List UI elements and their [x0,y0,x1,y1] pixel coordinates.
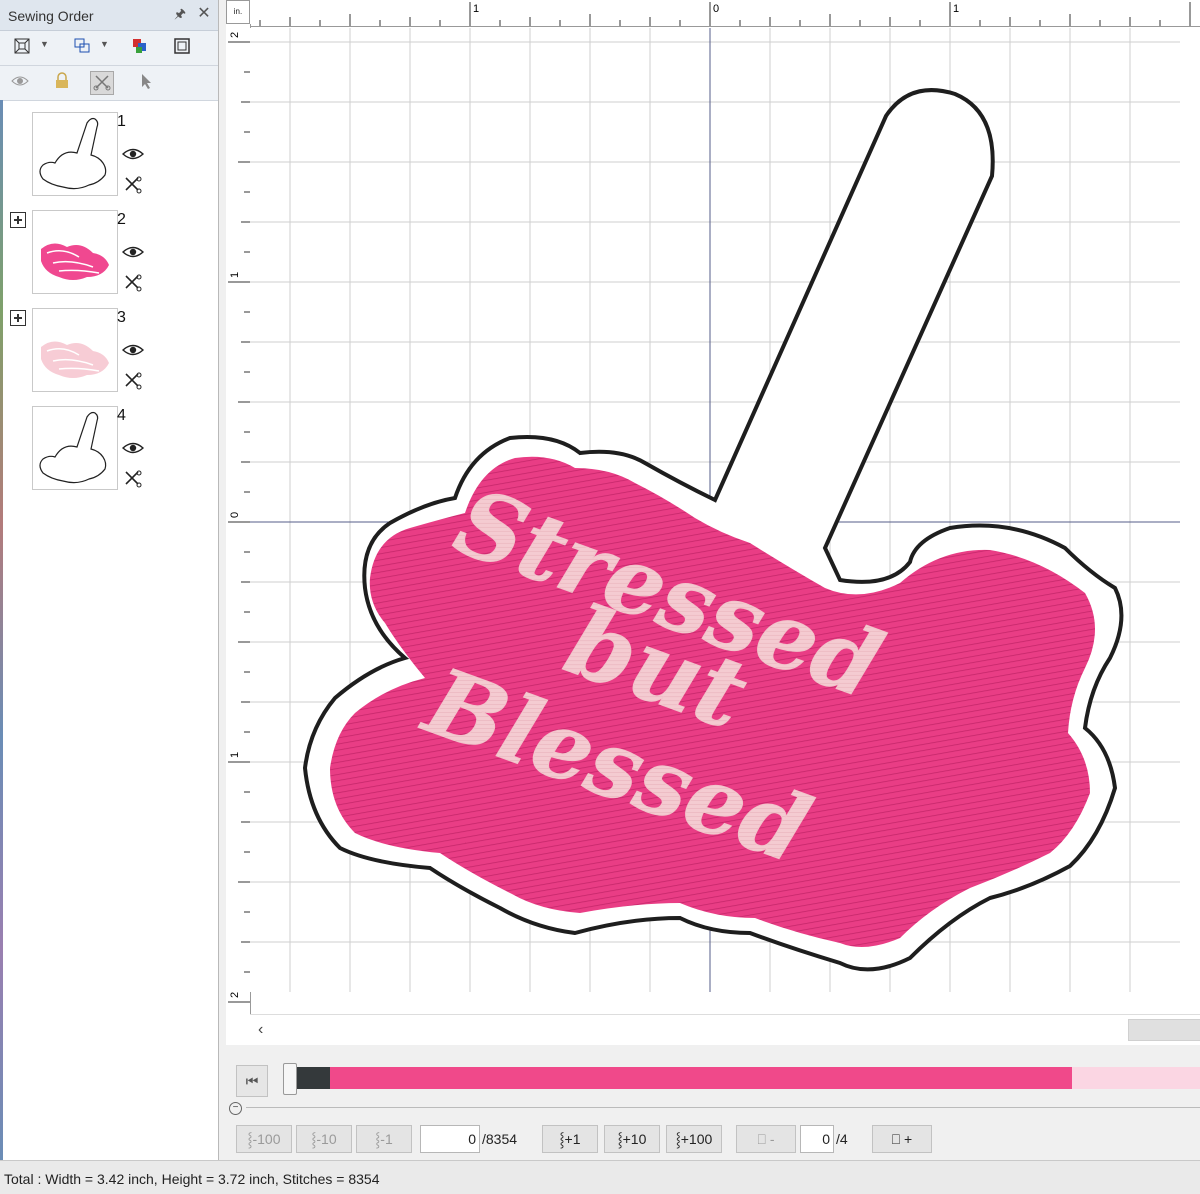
sewing-order-item[interactable]: 1 [0,112,218,210]
ruler-label: 2 [229,992,241,998]
color-sort-icon[interactable] [128,36,152,60]
back-100-label: -100 [252,1131,281,1147]
scissors-icon[interactable] [90,71,114,95]
forward-10-label: +10 [622,1131,647,1147]
sewing-order-thumbnail[interactable] [32,112,118,196]
forward-1-button[interactable]: ⸾+1 [542,1125,598,1153]
ruler-label: 0 [713,3,719,15]
fit-to-window-icon[interactable] [10,36,34,60]
ruler-label: 1 [473,3,479,15]
ruler-label: 1 [229,272,241,278]
current-stitch-input[interactable]: 0 [420,1125,480,1153]
expand-icon[interactable] [10,212,26,228]
close-icon[interactable]: ✕ [196,6,212,22]
total-stitch-label: /8354 [482,1131,518,1147]
sewing-order-toolbar: ▼ ▼ [0,31,218,66]
sewing-order-panel: Sewing Order 🖈 ✕ ▼ ▼ 1 2 3 4 [0,0,219,1160]
jump-stitch-cut-icon[interactable] [123,176,143,194]
forward-1-label: +1 [564,1131,581,1147]
slider-divider [246,1107,1200,1108]
collapse-icon[interactable]: − [229,1102,242,1115]
sewing-order-item[interactable]: 2 [0,210,218,308]
horizontal-ruler: 1 0 1 [250,0,1200,27]
forward-100-button[interactable]: ⸾+100 [666,1125,722,1153]
sewing-order-number: 3 [117,309,126,326]
jump-stitch-cut-icon[interactable] [123,274,143,292]
prev-color-button[interactable]: ⎕ - [736,1125,796,1153]
status-text: Total : Width = 3.42 inch, Height = 3.72… [4,1171,380,1187]
frame-icon[interactable] [170,36,194,60]
chevron-down-icon[interactable]: ▼ [100,39,109,49]
panel-title: Sewing Order [8,8,94,24]
back-10-button[interactable]: ⸾-10 [296,1125,352,1153]
progress-color2 [316,1067,1072,1089]
back-1-button[interactable]: ⸾-1 [356,1125,412,1153]
sewing-order-thumbnail[interactable] [32,308,118,392]
back-10-label: -10 [316,1131,337,1147]
jump-stitch-cut-icon[interactable] [123,372,143,390]
lock-icon[interactable] [50,71,74,95]
sewing-order-number: 1 [117,113,126,130]
group-objects-icon[interactable] [70,36,94,60]
select-arrow-icon[interactable] [134,71,158,95]
status-bar: Total : Width = 3.42 inch, Height = 3.72… [0,1160,1200,1194]
scroll-left-icon[interactable]: ‹ [258,1021,263,1039]
design-area[interactable]: Stressed but Blessed [250,28,1180,992]
chevron-down-icon[interactable]: ▼ [40,39,49,49]
scrollbar-thumb[interactable] [1128,1019,1200,1041]
design-canvas-area: in. 1 0 1 2 1 0 1 2 Stressed but Blessed ‹ [226,0,1200,1046]
sewing-order-number: 4 [117,407,126,424]
current-color-input[interactable]: 0 [800,1125,834,1153]
go-to-start-button[interactable]: ⏮ [236,1065,268,1097]
expand-icon[interactable] [10,310,26,326]
stitch-slider-handle[interactable] [283,1063,297,1095]
frame-icon: ⎕ [757,1131,766,1147]
sewing-order-thumbnail[interactable] [32,210,118,294]
next-color-label: + [904,1131,913,1147]
sewing-order-item[interactable]: 4 [0,406,218,504]
sewing-order-item[interactable]: 3 [0,308,218,406]
eye-icon[interactable] [121,440,145,456]
panel-header: Sewing Order 🖈 ✕ [0,0,218,31]
stitch-playback-panel: ⏮ − ⸾-100 ⸾-10 ⸾-1 0 /8354 ⸾+1 ⸾+10 ⸾+10… [226,1045,1200,1160]
ruler-label: 0 [229,512,241,518]
next-color-button[interactable]: ⎕ + [872,1125,932,1153]
ruler-label: 2 [229,32,241,38]
stitch-progress-bar[interactable] [284,1067,1200,1089]
forward-100-label: +100 [680,1131,713,1147]
jump-stitch-cut-icon[interactable] [123,470,143,488]
eye-icon[interactable] [121,244,145,260]
ruler-unit-label: in. [226,0,250,24]
sewing-order-number: 2 [117,211,126,228]
prev-color-label: - [769,1131,775,1147]
eye-icon[interactable] [121,146,145,162]
visibility-toolbar [0,66,218,101]
vertical-ruler: 2 1 0 1 2 [226,24,251,1024]
forward-10-button[interactable]: ⸾+10 [604,1125,660,1153]
progress-color3 [1072,1067,1200,1089]
eye-icon[interactable] [121,342,145,358]
visibility-icon[interactable] [8,71,32,95]
pin-icon[interactable]: 🖈 [172,6,188,22]
frame-icon: ⎕ [891,1131,901,1147]
design-svg[interactable]: Stressed but Blessed [250,28,1180,992]
horizontal-scrollbar[interactable]: ‹ [250,1014,1200,1046]
sewing-order-thumbnail[interactable] [32,406,118,490]
back-100-button[interactable]: ⸾-100 [236,1125,292,1153]
ruler-label: 1 [953,3,959,15]
back-1-label: -1 [380,1131,393,1147]
ruler-label: 1 [229,752,241,758]
total-color-label: /4 [836,1131,848,1147]
